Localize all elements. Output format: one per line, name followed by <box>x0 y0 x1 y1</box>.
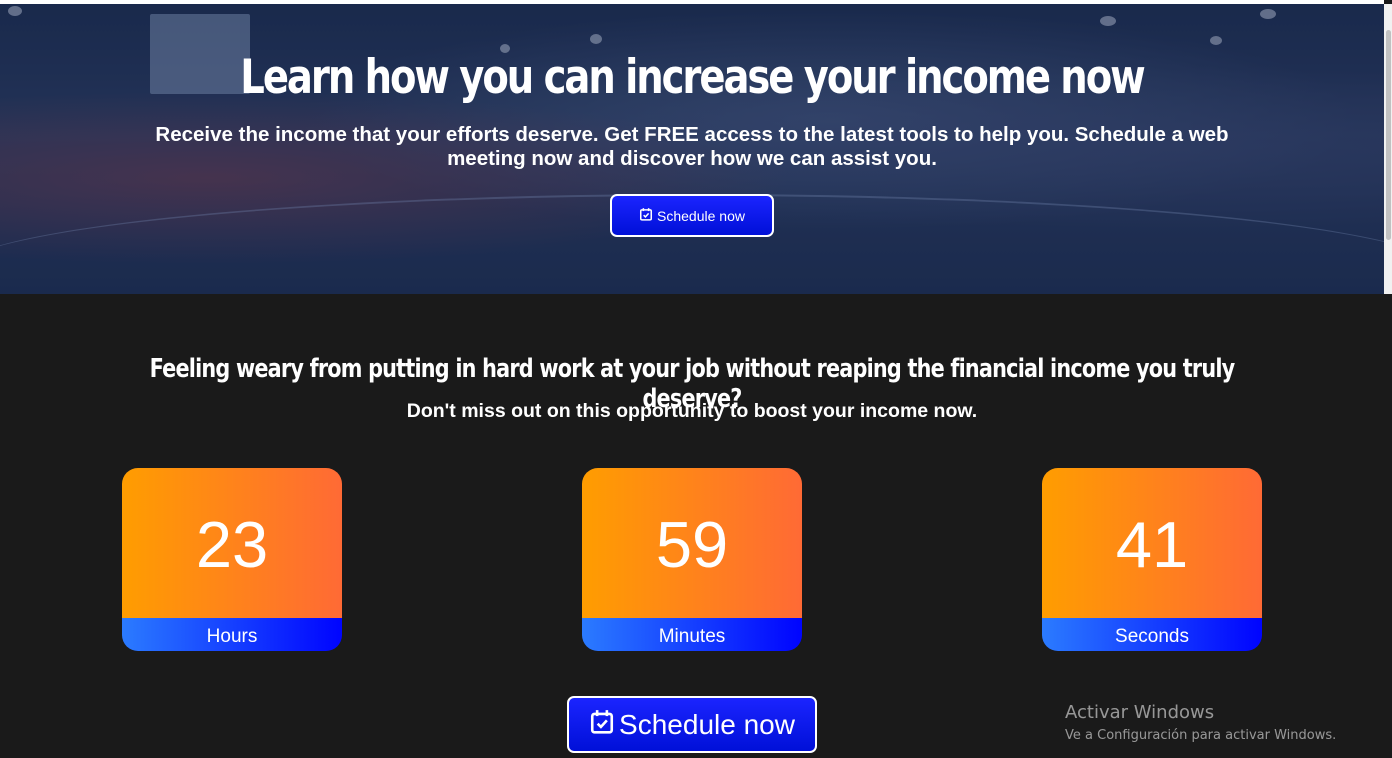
scrollbar-thumb[interactable] <box>1386 30 1391 240</box>
page-scrollbar[interactable] <box>1384 0 1392 758</box>
main-schedule-button-label: Schedule now <box>619 708 795 740</box>
counter-seconds: 41 Seconds <box>1042 468 1262 651</box>
counter-seconds-label: Seconds <box>1042 618 1262 651</box>
counter-value-box: 23 <box>122 468 342 618</box>
watermark-subtitle: Ve a Configuración para activar Windows. <box>1065 728 1337 743</box>
section-subtitle: Don't miss out on this opportunity to bo… <box>406 400 978 422</box>
hero-title: Learn how you can increase your income n… <box>240 50 1145 105</box>
watermark-title: Activar Windows <box>1065 702 1215 723</box>
hero-schedule-button-label: Schedule now <box>657 207 745 224</box>
counter-seconds-value: 41 <box>1115 507 1189 581</box>
counter-hours: 23 Hours <box>122 468 342 651</box>
counter-value-box: 59 <box>582 468 802 618</box>
counter-value-box: 41 <box>1042 468 1262 618</box>
hero-subtitle: Receive the income that your efforts des… <box>155 123 1229 170</box>
counter-hours-value: 23 <box>195 507 269 581</box>
calendar-check-icon <box>589 708 615 742</box>
hero-section: Learn how you can increase your income n… <box>0 4 1384 294</box>
counter-minutes-label: Minutes <box>582 618 802 651</box>
countdown-section: Feeling weary from putting in hard work … <box>0 294 1384 758</box>
hero-schedule-button[interactable]: Schedule now <box>610 194 774 237</box>
counter-minutes-value: 59 <box>655 507 729 581</box>
main-schedule-button[interactable]: Schedule now <box>567 696 817 753</box>
counter-minutes: 59 Minutes <box>582 468 802 651</box>
counter-hours-label: Hours <box>122 618 342 651</box>
windows-activation-watermark: Activar Windows Ve a Configuración para … <box>1065 702 1336 743</box>
calendar-check-icon <box>639 207 653 224</box>
